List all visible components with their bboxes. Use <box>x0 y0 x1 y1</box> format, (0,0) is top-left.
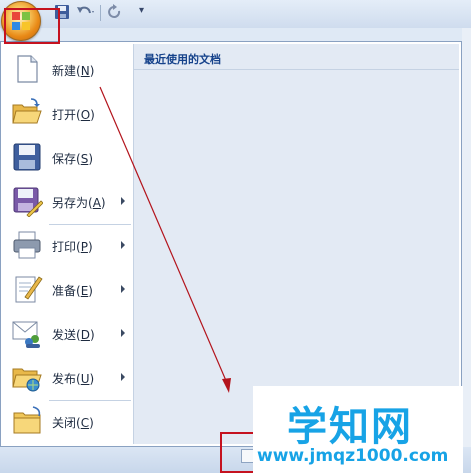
toolbar-separator <box>100 5 101 21</box>
menu-item-save-as[interactable]: 另存为(A) <box>3 180 133 222</box>
prepare-document-icon <box>15 276 43 303</box>
undo-icon[interactable] <box>75 4 97 20</box>
menu-item-accesskey: O <box>80 108 91 122</box>
menu-item-label: 保存 <box>52 152 77 166</box>
window-edge <box>462 28 471 447</box>
menu-item-accesskey: U <box>80 372 90 386</box>
publish-folder-icon <box>12 368 42 392</box>
new-document-icon <box>17 55 38 83</box>
title-bar <box>0 0 471 28</box>
submenu-arrow-icon <box>121 197 125 205</box>
menu-item-close[interactable]: 关闭(C) <box>3 400 133 442</box>
menu-item-accesskey: S <box>80 152 89 166</box>
open-folder-icon <box>12 98 42 124</box>
menu-item-label: 打印 <box>52 240 77 254</box>
submenu-arrow-icon <box>121 329 125 337</box>
menu-item-label: 另存为 <box>52 196 89 210</box>
printer-icon <box>13 231 41 259</box>
customize-toolbar-chevron-icon[interactable]: ▾ <box>139 5 144 16</box>
menu-item-accesskey: C <box>80 416 90 430</box>
redo-icon[interactable] <box>106 4 124 20</box>
send-email-icon <box>12 321 40 348</box>
menu-item-new[interactable]: 新建(N) <box>3 48 133 90</box>
menu-item-accesskey: E <box>80 284 89 298</box>
menu-item-open[interactable]: 打开(O) <box>3 92 133 134</box>
menu-item-accesskey: D <box>80 328 90 342</box>
office-button-highlight-box <box>4 8 60 44</box>
menu-item-label: 关闭 <box>52 416 77 430</box>
floppy-disk-icon <box>13 143 41 171</box>
menu-item-publish[interactable]: 发布(U) <box>3 356 133 398</box>
menu-item-send[interactable]: 发送(D) <box>3 312 133 354</box>
menu-item-label: 发送 <box>52 328 77 342</box>
close-folder-icon <box>13 406 41 434</box>
menu-item-accesskey: A <box>92 196 101 210</box>
menu-item-label: 新建 <box>52 64 77 78</box>
watermark-text: 学知网 <box>287 404 413 450</box>
menu-commands: 新建(N) 打开(O) 保存(S) 另存为(A) 打印(P) 准备(E) 发送(… <box>3 44 133 444</box>
menu-item-label: 准备 <box>52 284 77 298</box>
menu-item-label: 发布 <box>52 372 77 386</box>
menu-item-accesskey: P <box>80 240 88 254</box>
menu-item-label: 打开 <box>52 108 77 122</box>
menu-item-accesskey: N <box>80 64 90 78</box>
recent-documents-pane: 最近使用的文档 <box>134 44 459 444</box>
menu-item-prepare[interactable]: 准备(E) <box>3 268 133 310</box>
recent-documents-title: 最近使用的文档 <box>144 53 221 66</box>
watermark-url: www.jmqz1000.com <box>257 446 449 466</box>
submenu-arrow-icon <box>121 241 125 249</box>
submenu-arrow-icon <box>121 285 125 293</box>
recent-documents-header: 最近使用的文档 <box>134 44 459 70</box>
menu-item-save[interactable]: 保存(S) <box>3 136 133 178</box>
save-as-icon <box>13 187 43 217</box>
watermark: 学知网 www.jmqz1000.com <box>253 386 463 473</box>
submenu-arrow-icon <box>121 373 125 381</box>
menu-item-print[interactable]: 打印(P) <box>3 224 133 266</box>
